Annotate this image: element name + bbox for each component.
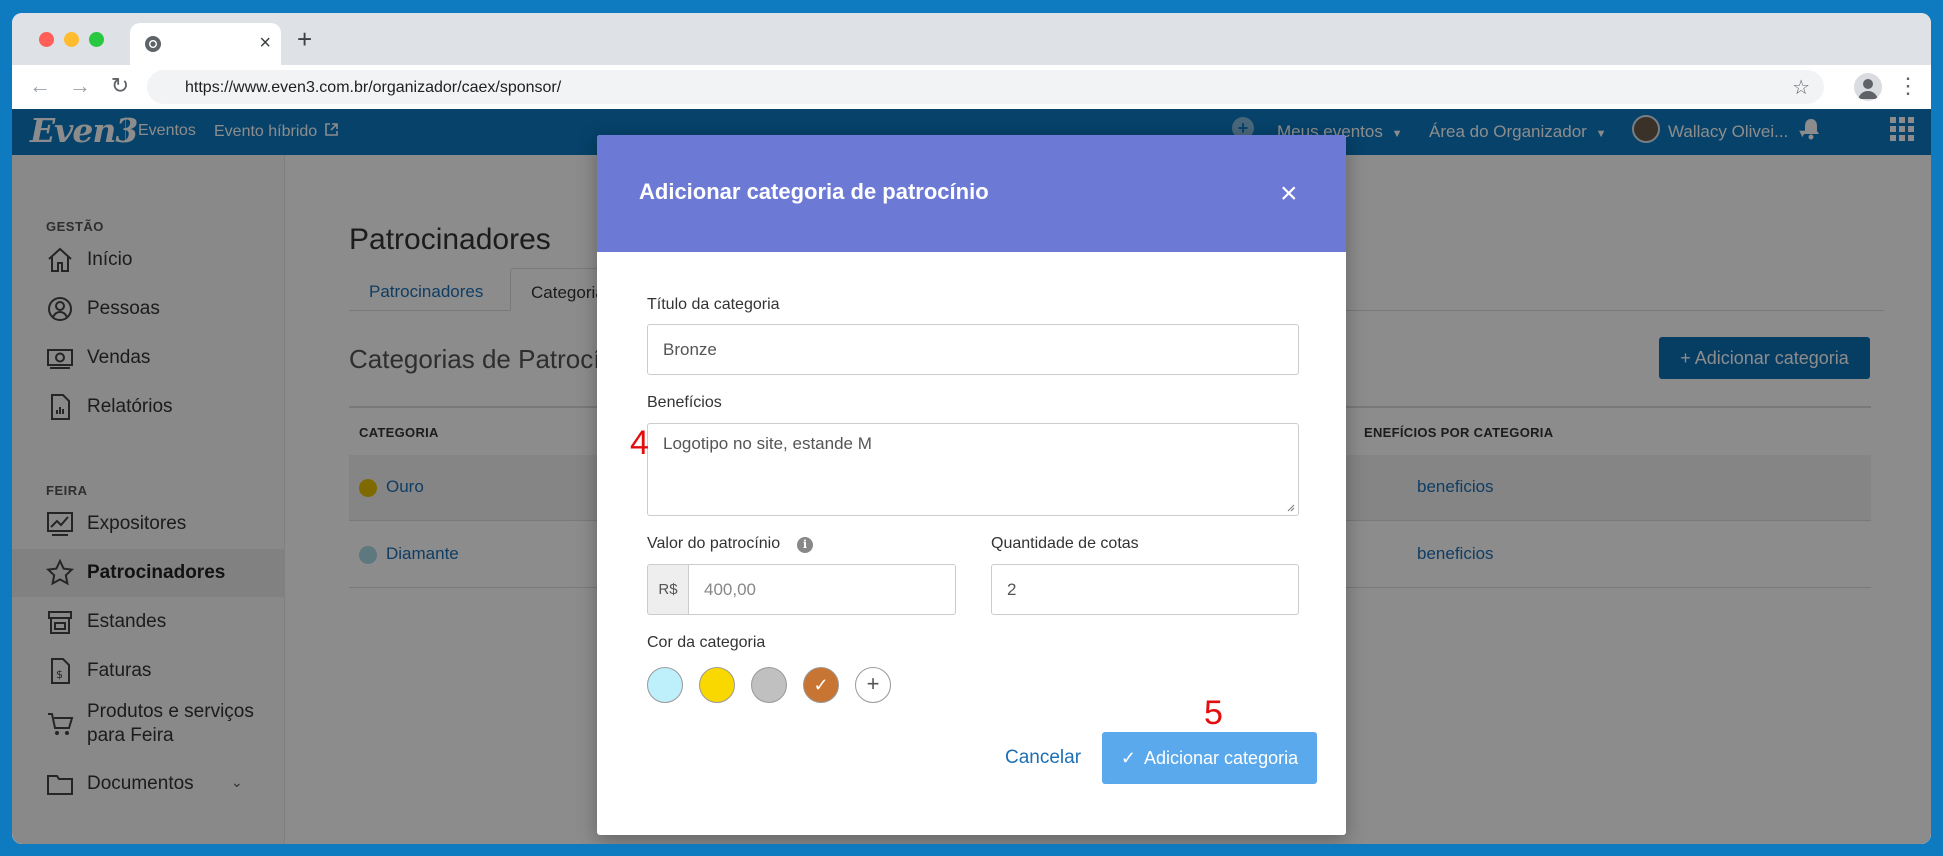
bookmark-star-icon[interactable]: ☆ [1792,75,1810,100]
quantidade-label: Quantidade de cotas [991,535,1139,552]
add-color-button[interactable]: + [855,667,891,703]
browser-window: × + ← → ↻ https://www.even3.com.br/organ… [12,13,1931,844]
color-option-yellow[interactable] [699,667,735,703]
check-icon: ✓ [1120,748,1136,768]
tab-strip: × + [12,13,1931,65]
browser-tab[interactable]: × [130,23,281,65]
valor-input[interactable]: 400,00 [688,564,956,615]
resize-handle-icon[interactable] [1285,502,1295,512]
address-bar[interactable]: https://www.even3.com.br/organizador/cae… [147,70,1824,104]
url-text: https://www.even3.com.br/organizador/cae… [185,79,562,96]
profile-icon[interactable] [1854,73,1882,101]
beneficios-text: Logotipo no site, estande M [663,434,872,453]
color-option-bronze[interactable]: ✓ [803,667,839,703]
check-icon: ✓ [813,675,829,695]
color-option-gray[interactable] [751,667,787,703]
annotation-step-4: 4 [630,424,649,462]
color-option-light-blue[interactable] [647,667,683,703]
submit-category-button[interactable]: ✓ Adicionar categoria [1102,732,1317,784]
close-icon[interactable]: × [1280,179,1298,209]
forward-icon[interactable]: → [67,73,93,99]
titulo-label: Título da categoria [647,296,780,313]
browser-toolbar: ← → ↻ https://www.even3.com.br/organizad… [12,65,1931,109]
reload-icon[interactable]: ↻ [107,73,133,99]
back-icon[interactable]: ← [27,73,53,99]
titulo-input[interactable]: Bronze [647,324,1299,375]
add-category-modal: Adicionar categoria de patrocínio × Títu… [597,135,1346,835]
valor-label-text: Valor do patrocínio [647,535,781,552]
browser-menu-icon[interactable]: ⋮ [1897,73,1919,99]
quantidade-input[interactable]: 2 [991,564,1299,615]
valor-label: Valor do patrocínio [647,535,780,553]
cancel-button[interactable]: Cancelar [1005,747,1081,769]
submit-label: Adicionar categoria [1144,748,1299,768]
close-window-button[interactable] [39,32,54,47]
modal-header: Adicionar categoria de patrocínio × [597,135,1346,252]
chrome-icon [145,36,161,52]
currency-addon: R$ [647,564,688,615]
cor-label: Cor da categoria [647,634,766,651]
tab-close-icon[interactable]: × [259,32,271,55]
info-icon[interactable]: i [797,537,813,553]
new-tab-button[interactable]: + [297,26,312,52]
minimize-window-button[interactable] [64,32,79,47]
annotation-step-5: 5 [1204,694,1223,732]
beneficios-label: Benefícios [647,394,722,411]
maximize-window-button[interactable] [89,32,104,47]
modal-title: Adicionar categoria de patrocínio [639,179,989,204]
beneficios-textarea[interactable]: Logotipo no site, estande M [647,423,1299,516]
